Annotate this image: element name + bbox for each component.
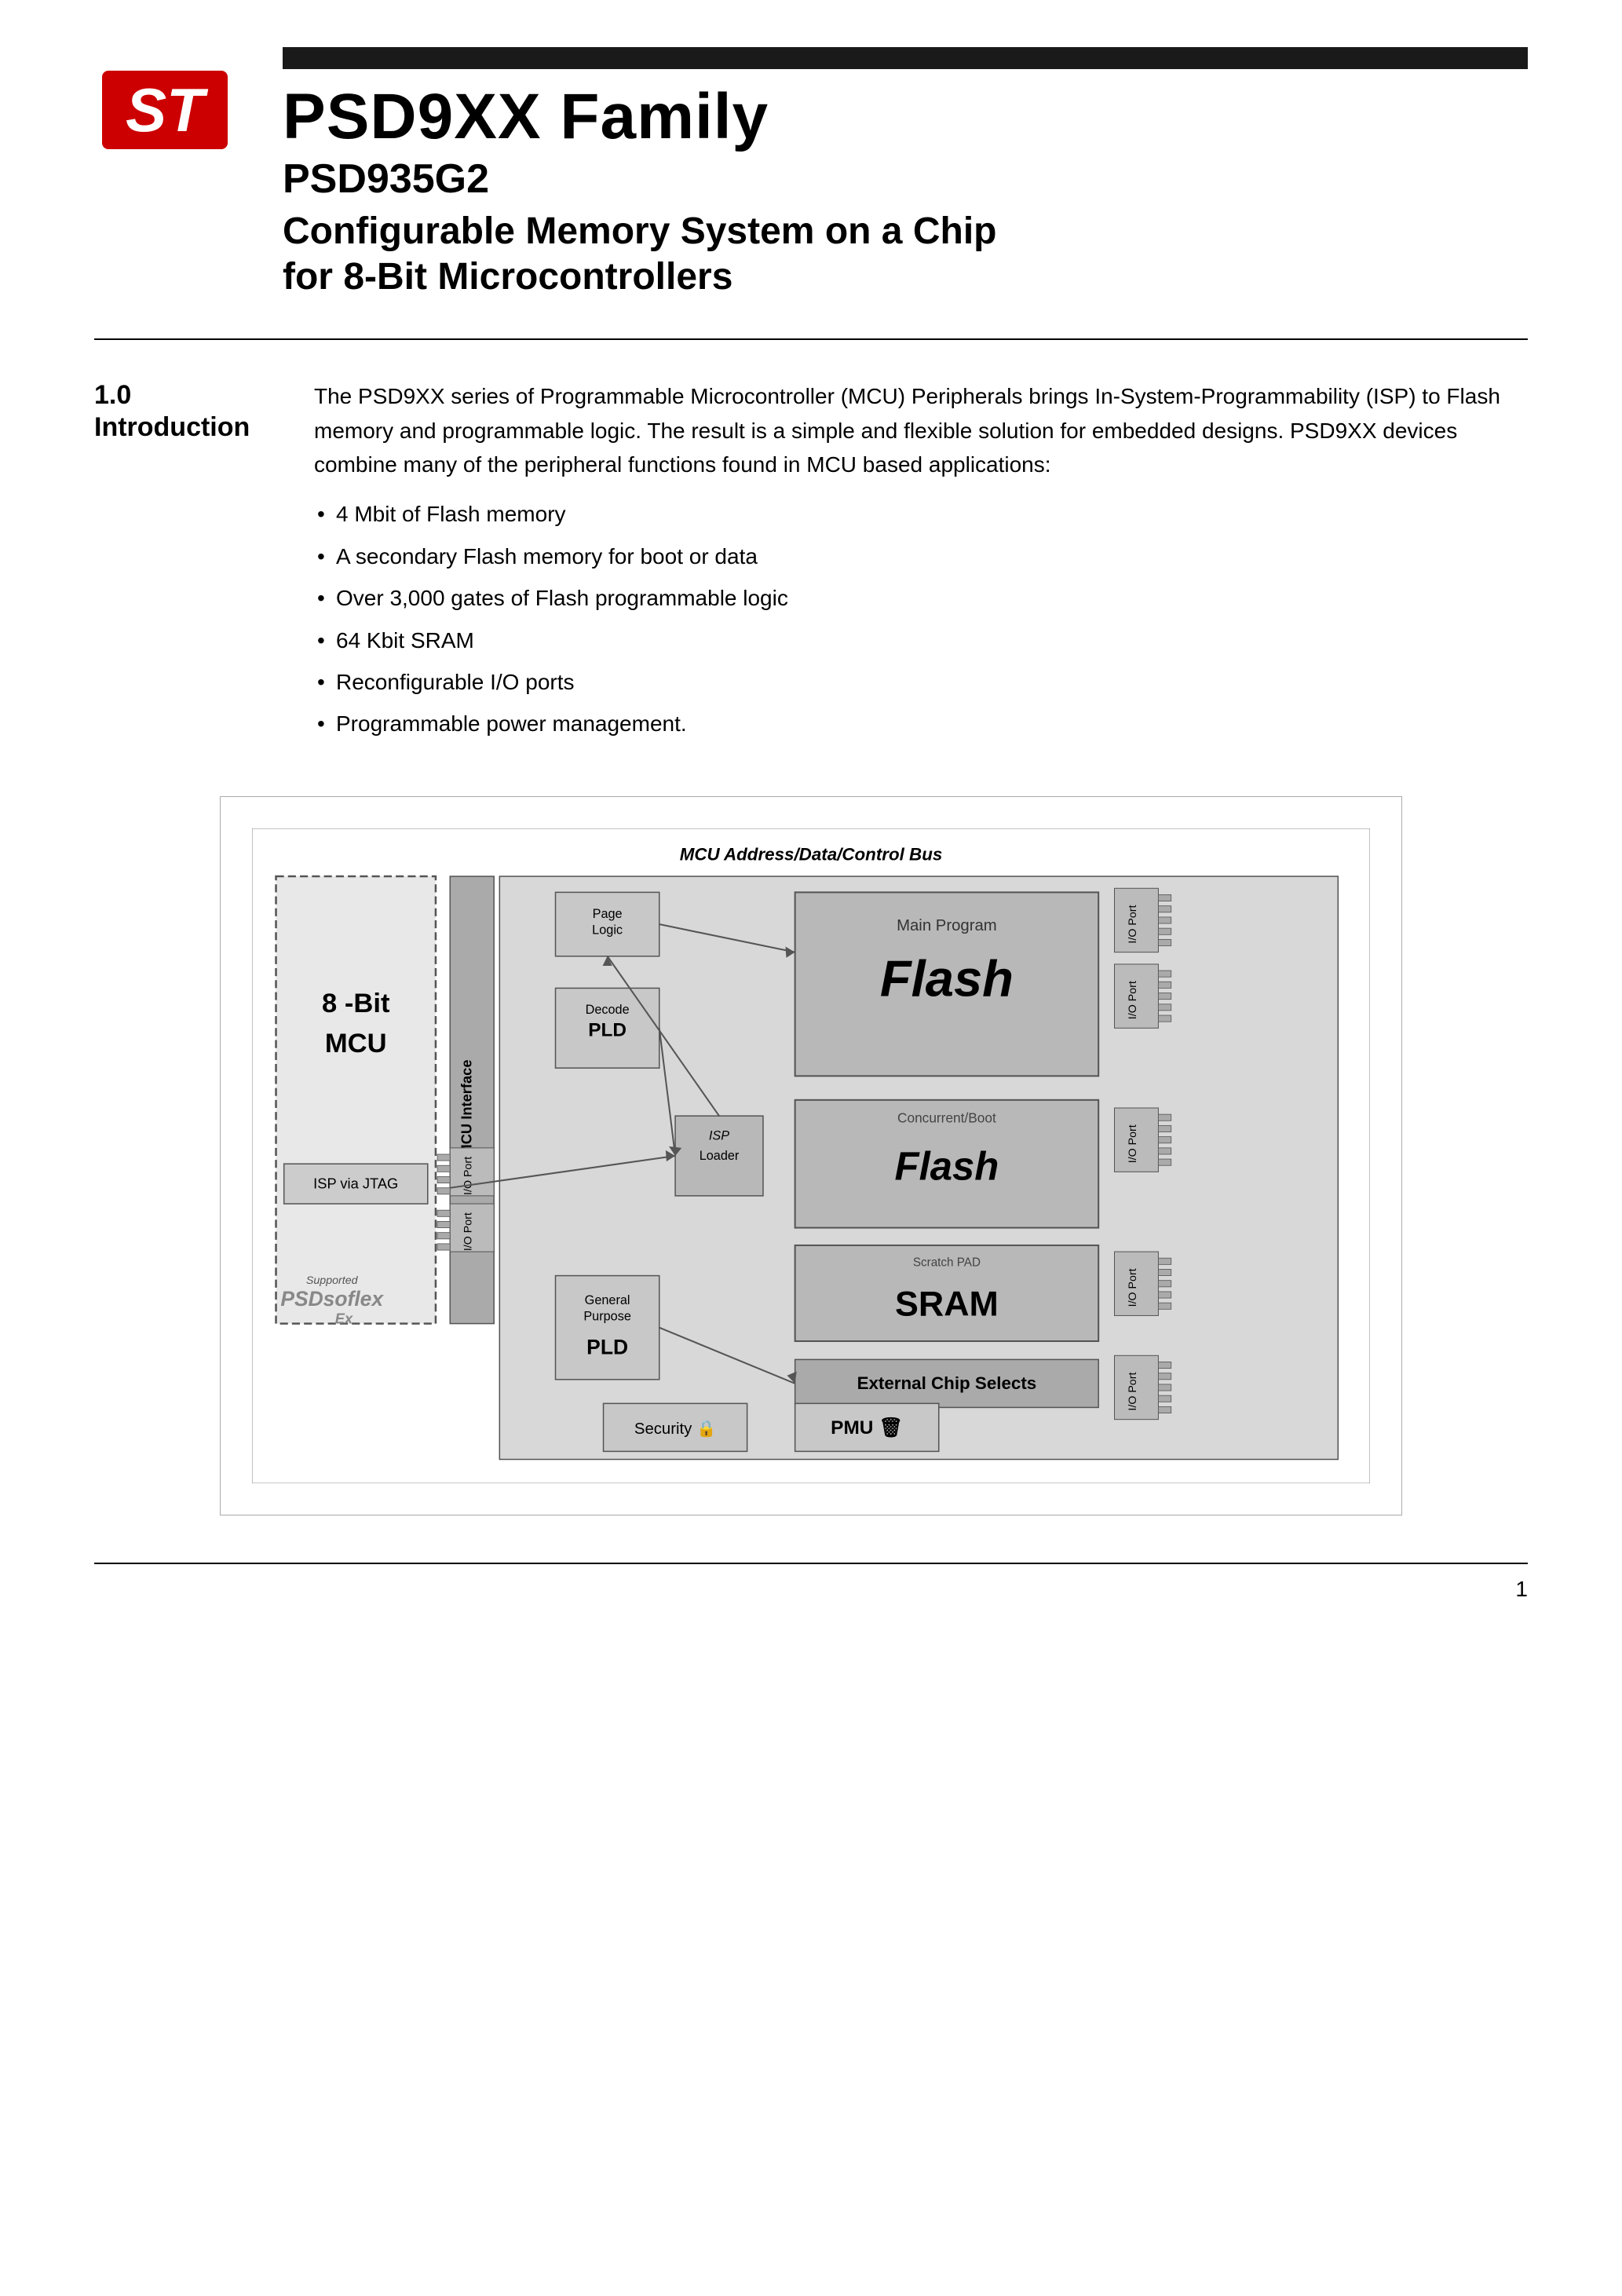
- svg-text:Decode: Decode: [586, 1003, 630, 1017]
- svg-text:ST: ST: [126, 75, 209, 144]
- chip-architecture-diagram: MCU Address/Data/Control Bus 8 -Bit MCU …: [252, 828, 1370, 1483]
- intro-paragraph: The PSD9XX series of Programmable Microc…: [314, 379, 1528, 481]
- svg-text:I/O Port: I/O Port: [1127, 1124, 1139, 1163]
- section-body: The PSD9XX series of Programmable Microc…: [314, 379, 1528, 749]
- svg-text:Scratch PAD: Scratch PAD: [913, 1256, 981, 1269]
- svg-text:ISP via JTAG: ISP via JTAG: [313, 1175, 398, 1192]
- list-item: 4 Mbit of Flash memory: [314, 497, 1528, 531]
- header-black-bar: [283, 47, 1528, 69]
- company-logo: ST: [94, 55, 236, 169]
- svg-text:Flash: Flash: [895, 1143, 999, 1188]
- svg-text:Flash: Flash: [880, 949, 1014, 1007]
- svg-text:MCU Interface: MCU Interface: [458, 1059, 475, 1156]
- svg-text:Main Program: Main Program: [897, 917, 997, 934]
- svg-text:PSDsoflex: PSDsoflex: [280, 1287, 384, 1311]
- list-item: A secondary Flash memory for boot or dat…: [314, 539, 1528, 573]
- svg-text:External Chip Selects: External Chip Selects: [857, 1373, 1037, 1393]
- svg-text:SRAM: SRAM: [895, 1284, 999, 1323]
- list-item: Reconfigurable I/O ports: [314, 665, 1528, 699]
- svg-text:Ex: Ex: [335, 1310, 353, 1326]
- product-model-title: PSD935G2: [283, 155, 1528, 203]
- svg-text:General: General: [585, 1293, 630, 1307]
- svg-text:PLD: PLD: [588, 1019, 627, 1040]
- svg-text:Page: Page: [593, 907, 623, 921]
- chip-diagram-container: MCU Address/Data/Control Bus 8 -Bit MCU …: [220, 796, 1402, 1515]
- list-item: 64 Kbit SRAM: [314, 623, 1528, 657]
- svg-text:Logic: Logic: [592, 923, 623, 937]
- svg-text:8 -Bit: 8 -Bit: [322, 989, 390, 1018]
- section-number: 1.0: [94, 379, 267, 411]
- list-item: Over 3,000 gates of Flash programmable l…: [314, 581, 1528, 615]
- svg-text:PMU 🗑: PMU 🗑: [831, 1417, 903, 1439]
- list-item: Programmable power management.: [314, 707, 1528, 740]
- svg-text:ISP: ISP: [709, 1128, 729, 1143]
- title-area: PSD9XX Family PSD935G2 Configurable Memo…: [283, 47, 1528, 299]
- svg-text:Security 🔒: Security 🔒: [634, 1420, 716, 1438]
- svg-text:MCU: MCU: [325, 1029, 387, 1058]
- page-footer: 1: [94, 1563, 1528, 1633]
- svg-text:PLD: PLD: [586, 1335, 628, 1358]
- page-header: ST PSD9XX Family PSD935G2 Configurable M…: [0, 0, 1622, 323]
- product-description-title: Configurable Memory System on a Chipfor …: [283, 209, 1528, 299]
- svg-text:Loader: Loader: [700, 1149, 740, 1163]
- svg-text:I/O Port: I/O Port: [462, 1157, 475, 1195]
- svg-text:Supported: Supported: [306, 1274, 359, 1287]
- section-name: Introduction: [94, 411, 267, 444]
- product-family-title: PSD9XX Family: [283, 83, 1528, 151]
- svg-text:MCU Address/Data/Control Bus: MCU Address/Data/Control Bus: [680, 844, 943, 864]
- svg-text:Purpose: Purpose: [583, 1309, 631, 1323]
- svg-text:Concurrent/Boot: Concurrent/Boot: [897, 1110, 996, 1125]
- page-number: 1: [1515, 1577, 1528, 1602]
- svg-text:I/O Port: I/O Port: [1127, 1372, 1139, 1410]
- svg-text:I/O Port: I/O Port: [1127, 1268, 1139, 1307]
- svg-text:I/O Port: I/O Port: [462, 1212, 475, 1251]
- svg-text:I/O Port: I/O Port: [1127, 981, 1139, 1019]
- section-label: 1.0 Introduction: [94, 379, 267, 749]
- feature-list: 4 Mbit of Flash memory A secondary Flash…: [314, 497, 1528, 740]
- introduction-section: 1.0 Introduction The PSD9XX series of Pr…: [0, 340, 1622, 781]
- svg-text:I/O Port: I/O Port: [1127, 905, 1139, 943]
